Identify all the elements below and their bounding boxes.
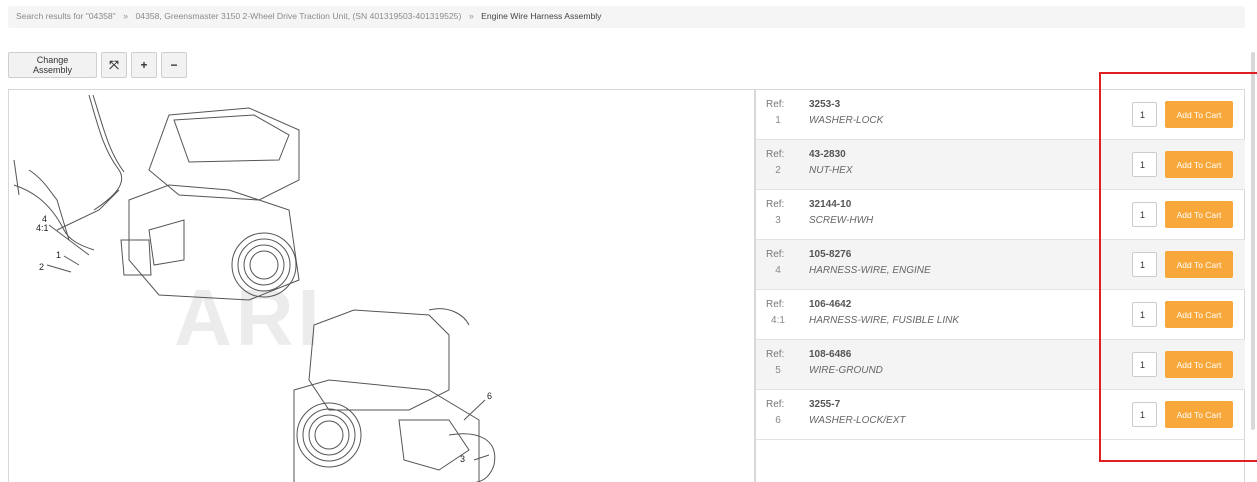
part-number: 108-6486 bbox=[809, 349, 852, 360]
ref-label: Ref: bbox=[766, 99, 785, 110]
part-description: NUT-HEX bbox=[809, 165, 853, 176]
part-row: Ref: 4:1 106-4642 HARNESS-WIRE, FUSIBLE … bbox=[756, 290, 1245, 340]
callout-1[interactable]: 1 bbox=[56, 250, 61, 260]
breadcrumb-search-results[interactable]: Search results for "04358" bbox=[16, 11, 116, 21]
ref-number: 5 bbox=[775, 365, 781, 376]
diagram-toolbar: Change Assembly ⤧ + − bbox=[8, 52, 187, 78]
part-number: 3253-3 bbox=[809, 99, 841, 110]
parts-list: Ref: 1 3253-3 WASHER-LOCK Add To Cart Re… bbox=[755, 89, 1245, 482]
part-row: Ref: 2 43-2830 NUT-HEX Add To Cart bbox=[756, 140, 1245, 190]
add-to-cart-button[interactable]: Add To Cart bbox=[1165, 101, 1233, 128]
ref-number: 3 bbox=[775, 215, 781, 226]
zoom-out-button[interactable]: − bbox=[161, 52, 187, 78]
part-number: 105-8276 bbox=[809, 249, 852, 260]
quantity-input[interactable] bbox=[1132, 152, 1157, 177]
page-scrollbar[interactable] bbox=[1251, 52, 1255, 430]
part-number: 32144-10 bbox=[809, 199, 852, 210]
part-description: WASHER-LOCK/EXT bbox=[809, 415, 906, 426]
add-to-cart-button[interactable]: Add To Cart bbox=[1165, 251, 1233, 278]
callout-6[interactable]: 6 bbox=[487, 391, 492, 401]
part-number: 106-4642 bbox=[809, 299, 852, 310]
callout-4-1[interactable]: 4:1 bbox=[36, 223, 49, 233]
quantity-input[interactable] bbox=[1132, 402, 1157, 427]
add-to-cart-button[interactable]: Add To Cart bbox=[1165, 301, 1233, 328]
add-to-cart-button[interactable]: Add To Cart bbox=[1165, 401, 1233, 428]
add-to-cart-button[interactable]: Add To Cart bbox=[1165, 151, 1233, 178]
change-assembly-button[interactable]: Change Assembly bbox=[8, 52, 97, 78]
ref-label: Ref: bbox=[766, 349, 785, 360]
quantity-input[interactable] bbox=[1132, 252, 1157, 277]
breadcrumb: Search results for "04358" » 04358, Gree… bbox=[8, 6, 1245, 28]
ref-label: Ref: bbox=[766, 249, 785, 260]
ref-number: 4 bbox=[775, 265, 781, 276]
part-number: 43-2830 bbox=[809, 149, 846, 160]
breadcrumb-separator: » bbox=[468, 11, 474, 21]
part-row: Ref: 4 105-8276 HARNESS-WIRE, ENGINE Add… bbox=[756, 240, 1245, 290]
breadcrumb-unit[interactable]: 04358, Greensmaster 3150 2-Wheel Drive T… bbox=[136, 11, 462, 21]
ref-number: 4:1 bbox=[771, 315, 785, 326]
quantity-input[interactable] bbox=[1132, 102, 1157, 127]
ref-number: 6 bbox=[775, 415, 781, 426]
expand-icon[interactable]: ⤧ bbox=[101, 52, 127, 78]
add-to-cart-button[interactable]: Add To Cart bbox=[1165, 201, 1233, 228]
part-description: WIRE-GROUND bbox=[809, 365, 883, 376]
ref-number: 1 bbox=[775, 115, 781, 126]
breadcrumb-separator: » bbox=[123, 11, 129, 21]
ref-label: Ref: bbox=[766, 149, 785, 160]
ref-label: Ref: bbox=[766, 399, 785, 410]
part-row: Ref: 3 32144-10 SCREW-HWH Add To Cart bbox=[756, 190, 1245, 240]
part-row: Ref: 5 108-6486 WIRE-GROUND Add To Cart bbox=[756, 340, 1245, 390]
part-description: WASHER-LOCK bbox=[809, 115, 884, 126]
part-number: 3255-7 bbox=[809, 399, 841, 410]
ref-label: Ref: bbox=[766, 299, 785, 310]
quantity-input[interactable] bbox=[1132, 302, 1157, 327]
zoom-in-button[interactable]: + bbox=[131, 52, 157, 78]
part-row: Ref: 6 3255-7 WASHER-LOCK/EXT Add To Car… bbox=[756, 390, 1245, 440]
part-description: HARNESS-WIRE, FUSIBLE LINK bbox=[809, 315, 960, 326]
ref-label: Ref: bbox=[766, 199, 785, 210]
add-to-cart-button[interactable]: Add To Cart bbox=[1165, 351, 1233, 378]
callout-2[interactable]: 2 bbox=[39, 262, 44, 272]
callout-3[interactable]: 3 bbox=[460, 454, 465, 464]
part-row: Ref: 1 3253-3 WASHER-LOCK Add To Cart bbox=[756, 90, 1245, 140]
quantity-input[interactable] bbox=[1132, 352, 1157, 377]
part-description: SCREW-HWH bbox=[809, 215, 874, 226]
quantity-input[interactable] bbox=[1132, 202, 1157, 227]
part-description: HARNESS-WIRE, ENGINE bbox=[809, 265, 931, 276]
exploded-diagram[interactable]: ARI 4 4:1 1 2 6 3 bbox=[8, 89, 755, 482]
ref-number: 2 bbox=[775, 165, 781, 176]
breadcrumb-current: Engine Wire Harness Assembly bbox=[481, 11, 602, 21]
engine-drawing bbox=[13, 94, 496, 482]
